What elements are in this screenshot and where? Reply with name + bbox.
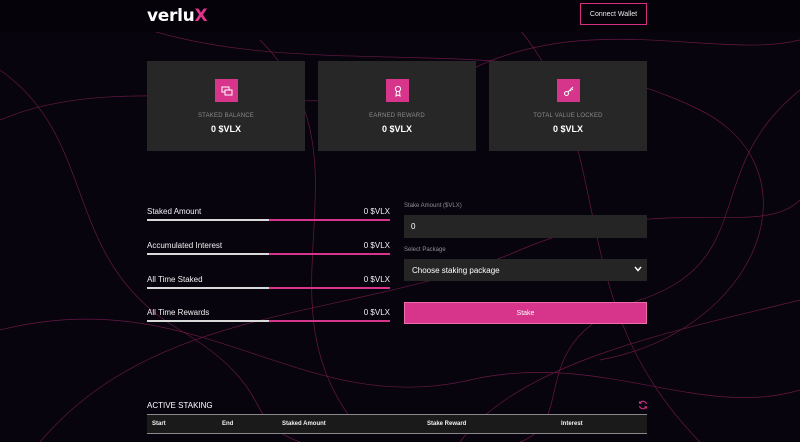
column-header-stake-reward[interactable]: Stake Reward (427, 421, 466, 427)
stat-progress-bar (147, 320, 390, 322)
stat-progress-fill (147, 287, 269, 289)
column-header-end[interactable]: End (222, 421, 233, 427)
column-header-staked-amount[interactable]: Staked Amount (282, 421, 326, 427)
staked-balance-card: STAKED BALANCE 0 $VLX (147, 61, 305, 151)
stat-progress-bar (147, 253, 390, 255)
package-selected-value: Choose staking package (412, 265, 500, 275)
stake-amount-input[interactable] (404, 215, 647, 238)
stat-value: 0 $VLX (363, 241, 390, 250)
select-package-label: Select Package (404, 247, 446, 253)
column-header-start[interactable]: Start (152, 421, 166, 427)
stat-name: All Time Rewards (147, 308, 210, 317)
stat-progress-fill (147, 219, 269, 221)
earned-reward-card: EARNED REWARD 0 $VLX (318, 61, 476, 151)
award-icon (386, 79, 409, 102)
stat-value: 0 $VLX (363, 207, 390, 216)
card-value: 0 $VLX (210, 124, 241, 134)
active-staking-title: ACTIVE STAKING (147, 401, 213, 410)
stat-value: 0 $VLX (363, 275, 390, 284)
stat-progress-fill (147, 320, 269, 322)
stat-value: 0 $VLX (363, 308, 390, 317)
card-label: EARNED REWARD (369, 113, 425, 119)
staking-package-select[interactable]: Choose staking package (404, 259, 647, 281)
stat-name: Accumulated Interest (147, 241, 223, 250)
all-time-rewards-row: All Time Rewards 0 $VLX (147, 308, 390, 324)
column-header-interest[interactable]: Interest (561, 421, 583, 427)
stat-progress-bar (147, 287, 390, 289)
active-staking-table-header: Start End Staked Amount Stake Reward Int… (147, 414, 647, 434)
stat-name: All Time Staked (147, 275, 203, 284)
chevron-down-icon (634, 266, 642, 272)
key-icon (557, 79, 580, 102)
all-time-staked-row: All Time Staked 0 $VLX (147, 275, 390, 291)
stat-progress-bar (147, 219, 390, 221)
staked-amount-row: Staked Amount 0 $VLX (147, 207, 390, 223)
card-value: 0 $VLX (381, 124, 412, 134)
connect-wallet-button[interactable]: Connect Wallet (580, 3, 647, 25)
stat-progress-fill (147, 253, 269, 255)
verlux-logo[interactable]: verluX (147, 6, 208, 26)
stake-button[interactable]: Stake (404, 302, 647, 324)
total-value-locked-card: TOTAL VALUE LOCKED 0 $VLX (489, 61, 647, 151)
stat-name: Staked Amount (147, 207, 202, 216)
card-value: 0 $VLX (552, 124, 583, 134)
refresh-icon[interactable] (638, 400, 648, 410)
accumulated-interest-row: Accumulated Interest 0 $VLX (147, 241, 390, 257)
stake-amount-label: Stake Amount ($VLX) (404, 203, 462, 209)
top-navbar: verluX Connect Wallet (0, 0, 800, 32)
card-label: TOTAL VALUE LOCKED (533, 113, 603, 119)
coins-icon (215, 79, 238, 102)
card-label: STAKED BALANCE (197, 113, 255, 119)
